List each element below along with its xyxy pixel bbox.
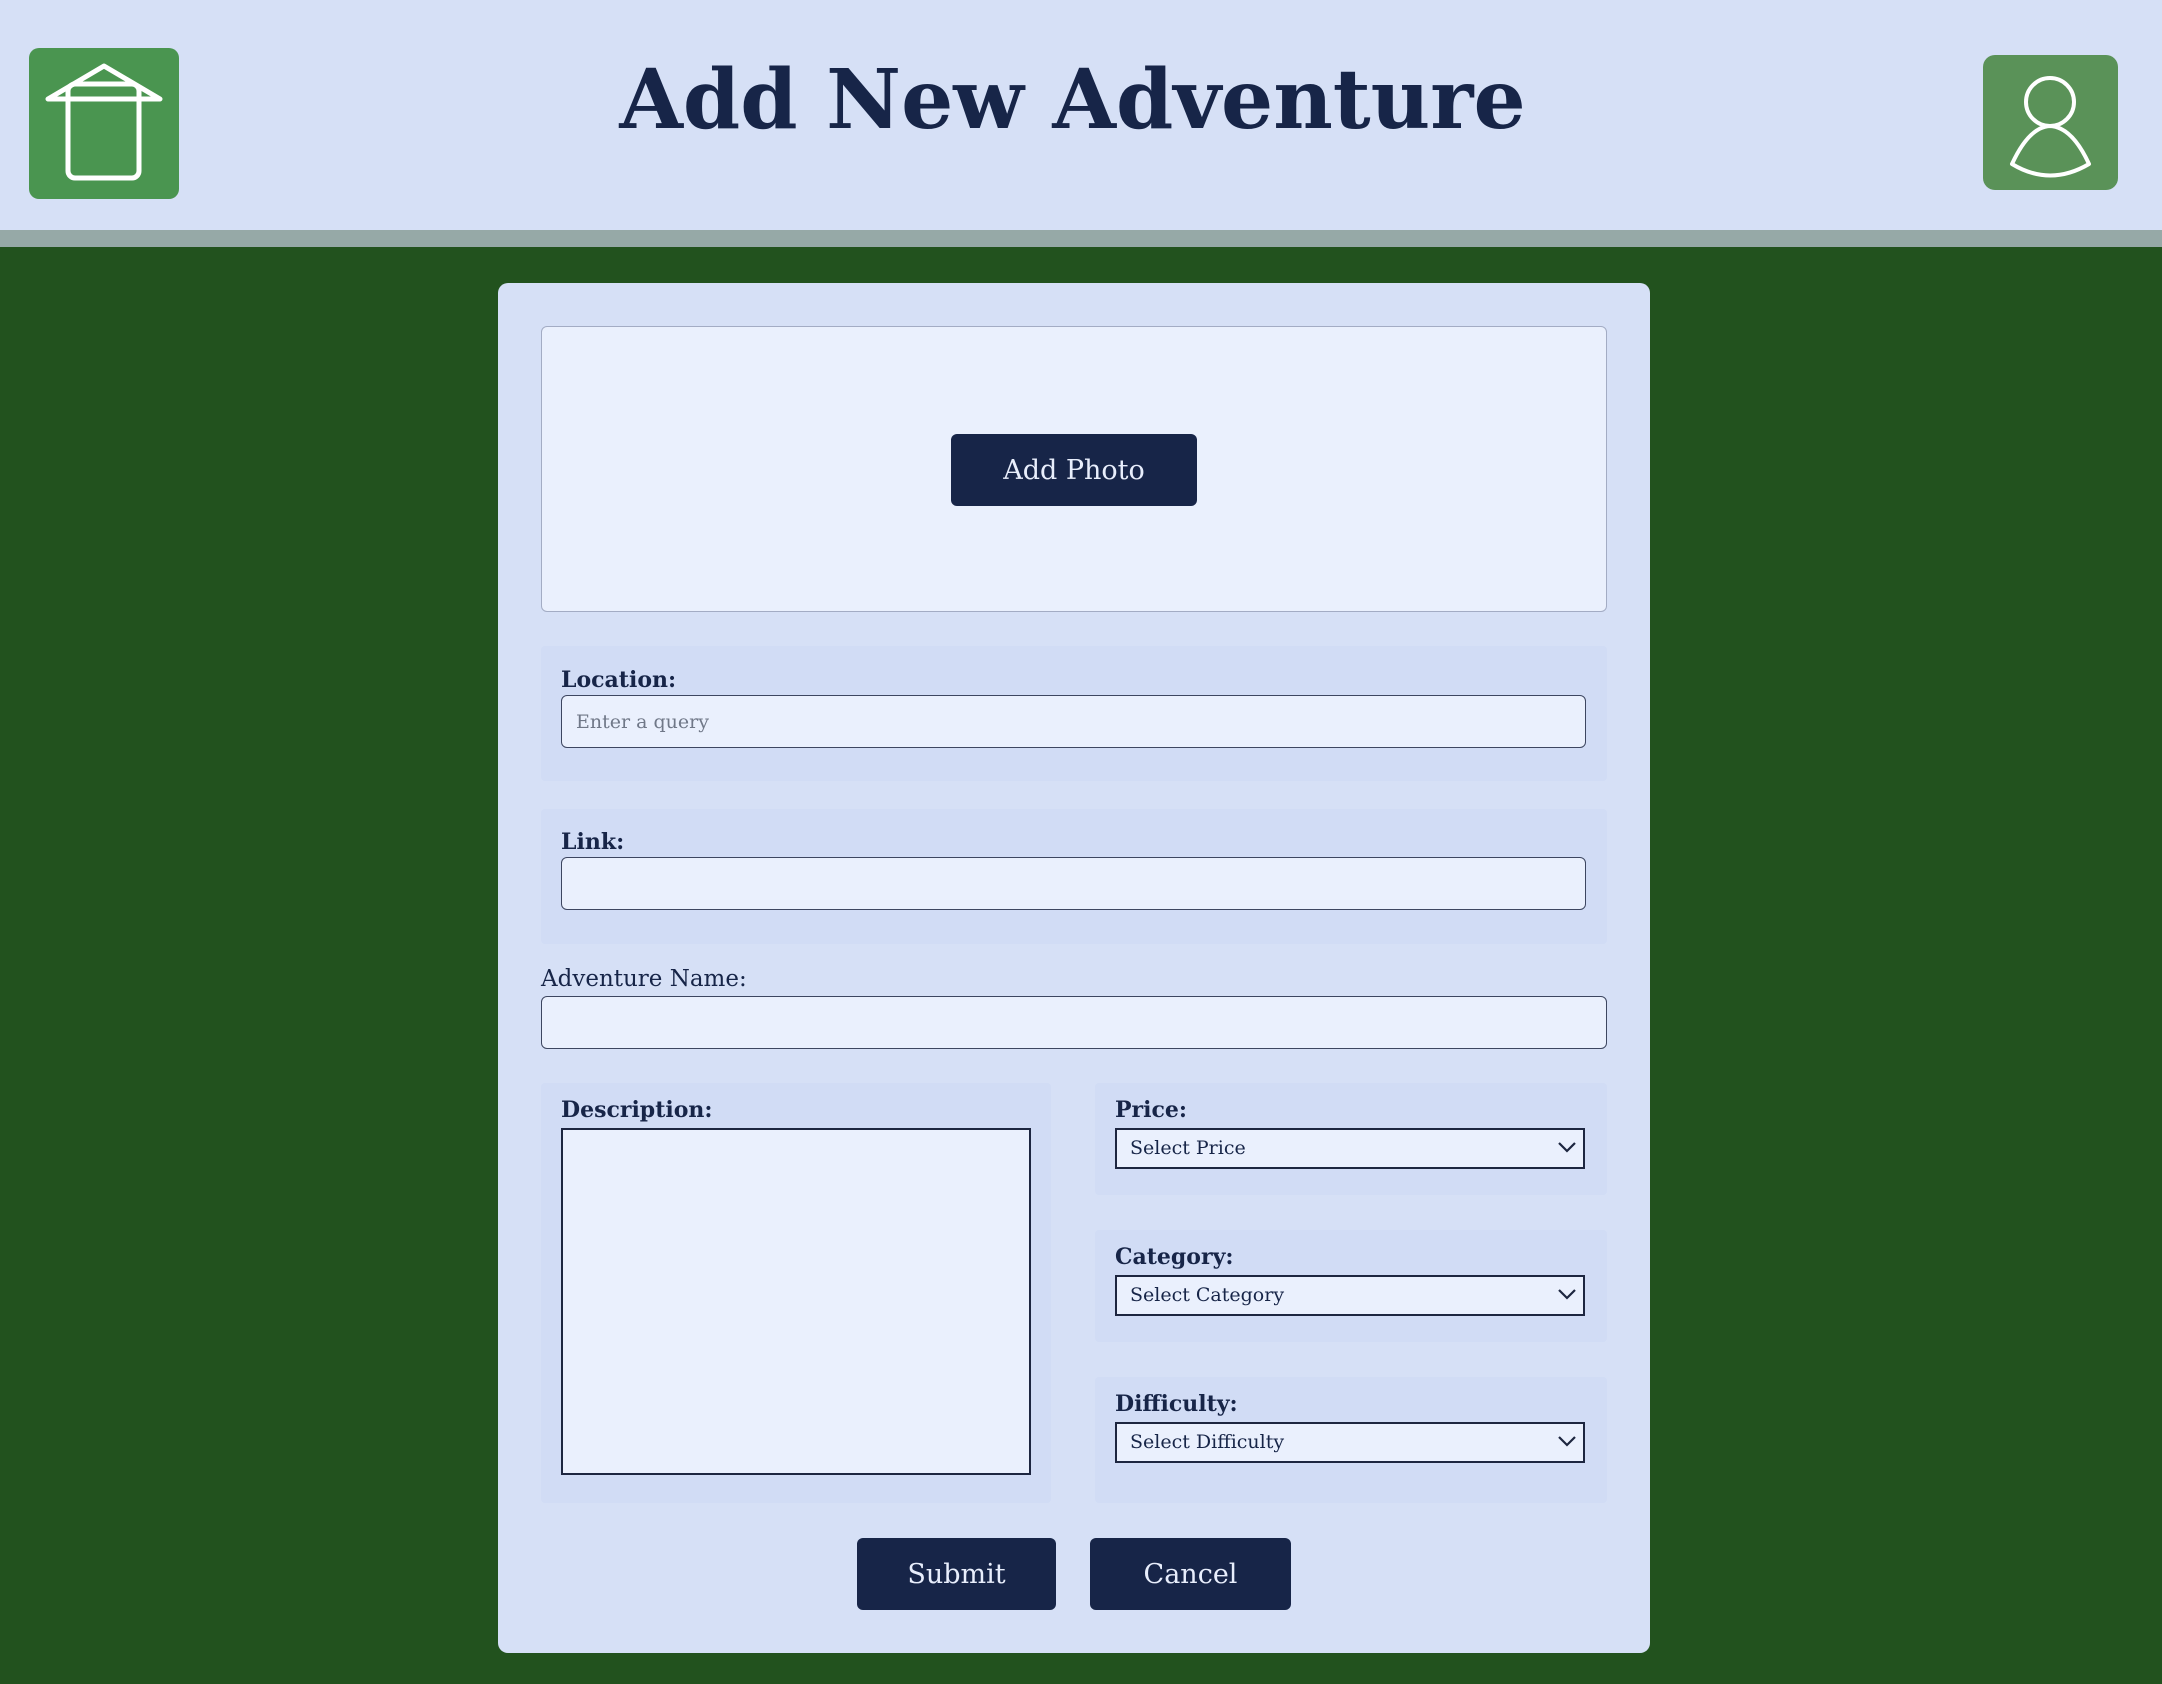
link-input[interactable] bbox=[561, 857, 1586, 910]
description-label: Description: bbox=[561, 1097, 713, 1123]
description-panel: Description: bbox=[541, 1083, 1051, 1503]
page-title: Add New Adventure bbox=[619, 52, 1526, 148]
profile-button[interactable] bbox=[1983, 55, 2118, 190]
submit-button[interactable]: Submit bbox=[857, 1538, 1056, 1610]
link-panel: Link: bbox=[541, 809, 1607, 944]
home-button[interactable] bbox=[29, 48, 179, 199]
price-panel: Price: Select Price bbox=[1095, 1083, 1607, 1195]
chevron-down-icon bbox=[1558, 1142, 1576, 1153]
category-label: Category: bbox=[1115, 1244, 1234, 1270]
photo-upload-area: Add Photo bbox=[541, 326, 1607, 612]
chevron-down-icon bbox=[1558, 1436, 1576, 1447]
app-header: Add New Adventure bbox=[0, 0, 2162, 230]
home-icon bbox=[45, 63, 163, 181]
user-icon bbox=[2010, 76, 2091, 178]
category-panel: Category: Select Category bbox=[1095, 1230, 1607, 1342]
difficulty-select-value: Select Difficulty bbox=[1130, 1431, 1285, 1453]
header-divider bbox=[0, 230, 2162, 247]
difficulty-label: Difficulty: bbox=[1115, 1391, 1238, 1417]
category-select[interactable]: Select Category bbox=[1115, 1275, 1585, 1316]
cancel-button[interactable]: Cancel bbox=[1090, 1538, 1291, 1610]
add-photo-button[interactable]: Add Photo bbox=[951, 434, 1197, 506]
description-textarea[interactable] bbox=[561, 1128, 1031, 1475]
location-search-input[interactable] bbox=[561, 695, 1586, 748]
location-label: Location: bbox=[561, 667, 677, 693]
location-panel: Location: bbox=[541, 646, 1607, 781]
difficulty-select[interactable]: Select Difficulty bbox=[1115, 1422, 1585, 1463]
adventure-name-input[interactable] bbox=[541, 996, 1607, 1049]
chevron-down-icon bbox=[1558, 1289, 1576, 1300]
adventure-form-card: Add Photo Location: Link: Adventure Name… bbox=[498, 283, 1650, 1653]
price-label: Price: bbox=[1115, 1097, 1188, 1123]
price-select[interactable]: Select Price bbox=[1115, 1128, 1585, 1169]
link-label: Link: bbox=[561, 829, 625, 855]
difficulty-panel: Difficulty: Select Difficulty bbox=[1095, 1377, 1607, 1503]
category-select-value: Select Category bbox=[1130, 1284, 1285, 1306]
price-select-value: Select Price bbox=[1130, 1137, 1246, 1159]
adventure-name-label: Adventure Name: bbox=[541, 966, 747, 992]
